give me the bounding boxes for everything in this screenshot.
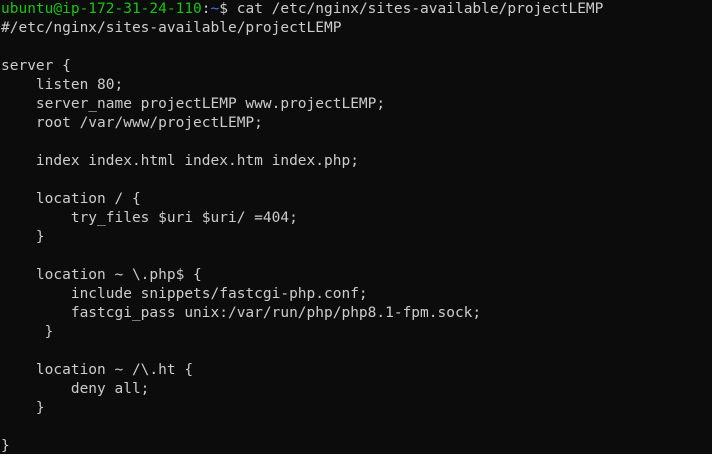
output-line: location ~ \.php$ { — [1, 267, 202, 283]
output-line: } — [1, 400, 45, 416]
output-line: deny all; — [1, 381, 150, 397]
output-line: location / { — [1, 191, 141, 207]
prompt-user-host: ubuntu@ip-172-31-24-110 — [1, 1, 202, 17]
terminal-window[interactable]: ubuntu@ip-172-31-24-110:~$ cat /etc/ngin… — [0, 0, 712, 454]
prompt-line: ubuntu@ip-172-31-24-110:~$ cat /etc/ngin… — [1, 0, 712, 19]
output-line: } — [1, 324, 54, 340]
command-output: #/etc/nginx/sites-available/projectLEMP s… — [1, 19, 712, 454]
output-line: server_name projectLEMP www.projectLEMP; — [1, 96, 386, 112]
output-line: } — [1, 438, 10, 454]
output-line: try_files $uri $uri/ =404; — [1, 210, 298, 226]
prompt-path: ~ — [210, 1, 220, 17]
output-line: location ~ /\.ht { — [1, 362, 194, 378]
output-line: listen 80; — [1, 77, 124, 93]
output-line: server { — [1, 58, 71, 74]
output-line: include snippets/fastcgi-php.conf; — [1, 286, 368, 302]
output-line: fastcgi_pass unix:/var/run/php/php8.1-fp… — [1, 305, 482, 321]
prompt-separator: : — [201, 1, 211, 17]
command-text: cat /etc/nginx/sites-available/projectLE… — [236, 1, 604, 17]
prompt-symbol: $ — [219, 1, 237, 17]
output-line: #/etc/nginx/sites-available/projectLEMP — [1, 20, 342, 36]
output-line: index index.html index.htm index.php; — [1, 153, 359, 169]
output-line: root /var/www/projectLEMP; — [1, 115, 263, 131]
output-line: } — [1, 229, 45, 245]
